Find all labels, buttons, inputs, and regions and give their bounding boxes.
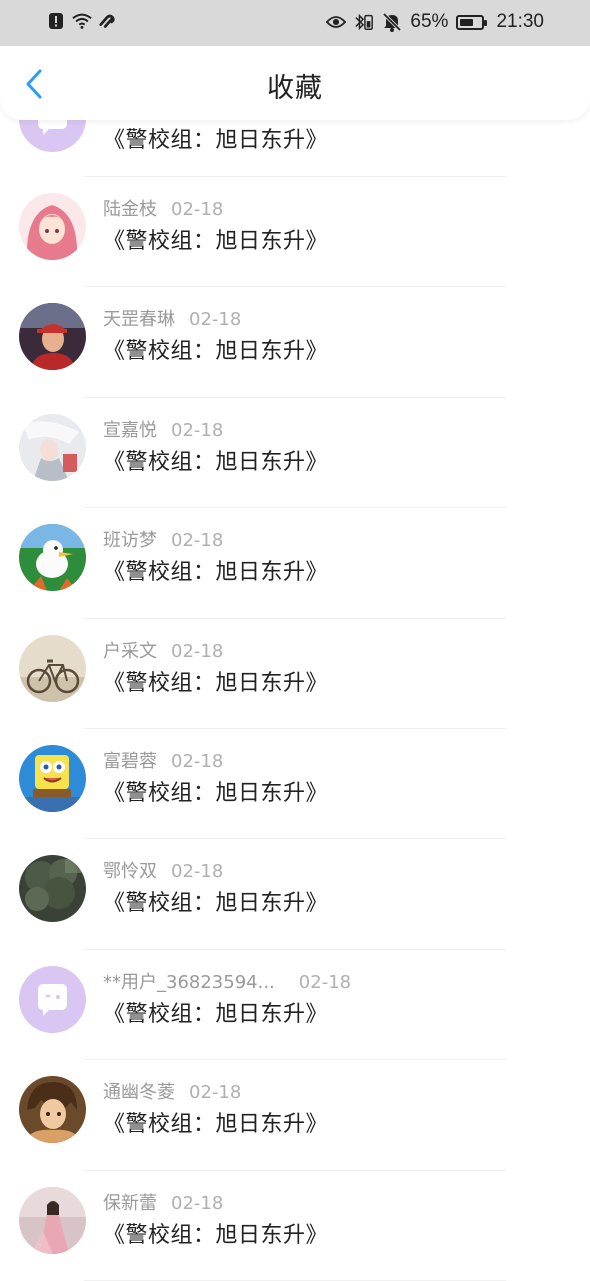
list-item[interactable]: 保新蕾 02-18 《警校组：旭日东升》 — [0, 1171, 590, 1281]
item-title: 《警校组：旭日东升》 — [103, 1112, 329, 1138]
nav-header: 收藏 — [0, 46, 590, 120]
avatar[interactable] — [19, 634, 86, 702]
link-icon — [98, 11, 118, 31]
user-name: 班访梦 — [103, 530, 157, 552]
item-date: 02-18 — [189, 309, 242, 331]
status-right-icons: 65% 21:30 — [326, 11, 544, 33]
item-title: 《警校组：旭日东升》 — [103, 780, 329, 806]
avatar[interactable] — [19, 1186, 86, 1254]
alert-icon — [46, 11, 66, 31]
avatar[interactable] — [19, 855, 86, 923]
status-left-icons — [46, 11, 118, 31]
item-title: 《警校组：旭日东升》 — [103, 128, 329, 153]
favorites-list: 《警校组：旭日东升》 陆金枝 02-18 《警校组：旭日东升》 天罡春琳 02-18 《警校… — [0, 85, 590, 1281]
item-date: 02-18 — [171, 640, 224, 662]
user-name: 保新蕾 — [103, 1192, 157, 1214]
item-date: 02-18 — [171, 1192, 224, 1214]
page-title: 收藏 — [267, 73, 323, 104]
avatar[interactable] — [19, 744, 86, 812]
list-item[interactable]: 通幽冬菱 02-18 《警校组：旭日东升》 — [0, 1060, 590, 1171]
list-item[interactable]: 富碧蓉 02-18 《警校组：旭日东升》 — [0, 729, 590, 840]
item-meta: **用户_36823594... 02-18 — [103, 968, 351, 994]
user-name: 陆金枝 — [103, 199, 157, 220]
eye-icon — [326, 12, 347, 32]
avatar[interactable] — [19, 413, 86, 481]
battery-percent: 65% — [410, 11, 449, 32]
avatar[interactable] — [19, 303, 86, 371]
list-item[interactable]: 宣嘉悦 02-18 《警校组：旭日东升》 — [0, 398, 590, 509]
item-meta: 户采文 02-18 — [103, 637, 223, 663]
item-meta: 班访梦 02-18 — [103, 526, 223, 552]
wifi-icon — [72, 11, 92, 31]
item-date: 02-18 — [171, 530, 224, 552]
item-title: 《警校组：旭日东升》 — [103, 229, 329, 254]
battery-level — [460, 18, 474, 26]
item-meta: 富碧蓉 02-18 — [103, 747, 223, 773]
list-item[interactable]: 班访梦 02-18 《警校组：旭日东升》 — [0, 508, 590, 619]
user-name: 宣嘉悦 — [103, 419, 157, 441]
avatar[interactable] — [19, 1076, 86, 1144]
avatar[interactable] — [19, 193, 86, 260]
list-item[interactable]: 天罡春琳 02-18 《警校组：旭日东升》 — [0, 287, 590, 398]
item-meta: 通幽冬菱 02-18 — [103, 1078, 241, 1104]
status-bar: 65% 21:30 — [0, 0, 590, 46]
mute-bell-icon — [382, 12, 402, 32]
user-name: 天罡春琳 — [103, 309, 175, 331]
item-date: 02-18 — [171, 750, 224, 772]
item-title: 《警校组：旭日东升》 — [103, 670, 329, 696]
list-item[interactable]: **用户_36823594... 02-18 《警校组：旭日东升》 — [0, 950, 590, 1061]
list-item[interactable]: 鄂怜双 02-18 《警校组：旭日东升》 — [0, 839, 590, 950]
list-item[interactable]: 户采文 02-18 《警校组：旭日东升》 — [0, 619, 590, 729]
item-meta: 保新蕾 02-18 — [103, 1189, 223, 1215]
user-name: 鄂怜双 — [103, 861, 157, 883]
item-date: 02-18 — [171, 861, 224, 883]
item-date: 02-18 — [171, 199, 224, 220]
item-title: 《警校组：旭日东升》 — [103, 339, 329, 365]
item-date: 02-18 — [189, 1082, 242, 1104]
item-title: 《警校组：旭日东升》 — [103, 560, 329, 586]
user-name: 富碧蓉 — [103, 750, 157, 772]
item-meta: 鄂怜双 02-18 — [103, 857, 223, 883]
battery-icon — [456, 14, 488, 30]
item-date: 02-18 — [298, 971, 352, 993]
list-item[interactable]: 陆金枝 02-18 《警校组：旭日东升》 — [0, 177, 590, 288]
avatar[interactable] — [19, 524, 86, 592]
item-title: 《警校组：旭日东升》 — [103, 1222, 329, 1248]
item-title: 《警校组：旭日东升》 — [103, 1001, 329, 1027]
item-meta: 天罡春琳 02-18 — [103, 305, 241, 331]
avatar[interactable] — [19, 965, 86, 1033]
item-meta: 陆金枝 02-18 — [103, 195, 223, 221]
user-name: **用户_36823594... — [103, 971, 275, 993]
user-name: 通幽冬菱 — [103, 1082, 175, 1104]
item-title: 《警校组：旭日东升》 — [103, 891, 329, 917]
clock: 21:30 — [496, 11, 544, 32]
item-date: 02-18 — [171, 419, 224, 441]
bluetooth-icon — [354, 12, 374, 32]
item-title: 《警校组：旭日东升》 — [103, 449, 329, 475]
user-name: 户采文 — [103, 640, 157, 662]
item-meta: 宣嘉悦 02-18 — [103, 416, 223, 442]
